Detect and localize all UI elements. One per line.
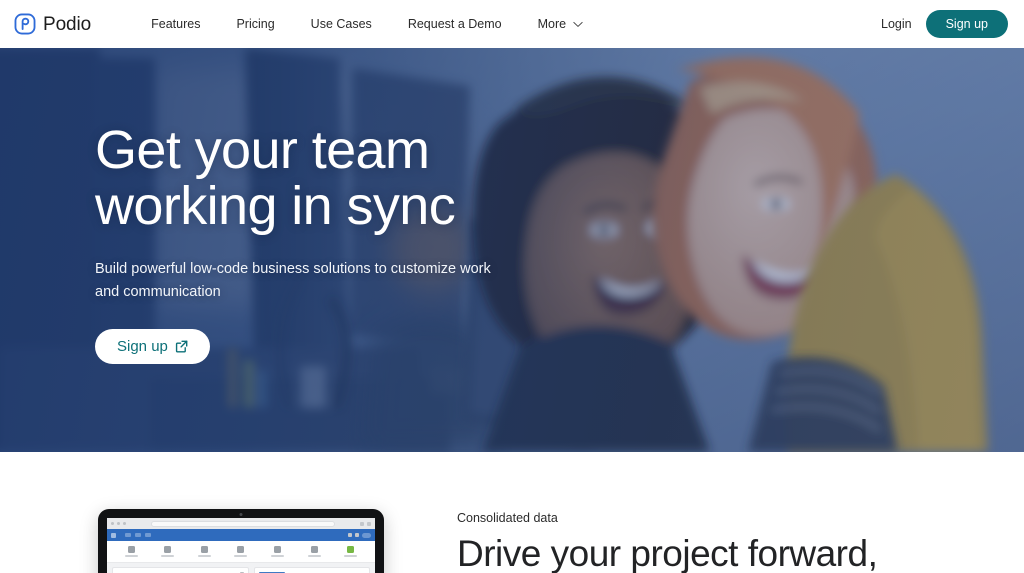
toolbar-item-add-app: [344, 546, 358, 557]
toolbar-item-label: [271, 555, 285, 557]
toolbar-item-materials: [234, 546, 248, 557]
nav-more-label: More: [537, 16, 567, 31]
nav-link-use-cases[interactable]: Use Cases: [293, 18, 390, 31]
add-app-icon: [347, 546, 355, 553]
nav-menu-more[interactable]: More: [520, 18, 601, 31]
browser-forward-icon: [117, 522, 120, 525]
nav-actions: Login Sign up: [881, 9, 1008, 39]
report-pane: [253, 567, 370, 573]
browser-settings-icon: [367, 521, 371, 526]
app-nav-tab: [135, 533, 142, 537]
browser-address-bar: [151, 520, 335, 527]
device-camera-icon: [239, 513, 243, 516]
app-top-bar: [107, 529, 375, 541]
feature-section: Consolidated data Drive your project for…: [0, 452, 1024, 573]
companies-icon: [164, 546, 172, 553]
browser-chrome: [107, 518, 375, 529]
feature-headline: Drive your project forward,: [457, 532, 878, 573]
app-logo-icon: [125, 533, 132, 537]
toolbar-item-label: [124, 555, 138, 557]
nav-link-request-a-demo[interactable]: Request a Demo: [390, 18, 520, 31]
toolbar-item-label: [234, 555, 248, 557]
external-link-icon: [175, 340, 188, 353]
reports-icon: [310, 546, 318, 553]
top-navigation-bar: Podio Features Pricing Use Cases Request…: [0, 0, 1024, 48]
hero-section: Get your team working in sync Build powe…: [0, 48, 1024, 452]
app-nav-tab: [145, 533, 152, 537]
feature-copy: Consolidated data Drive your project for…: [457, 512, 977, 573]
toolbar-item-reports: [307, 546, 321, 557]
browser-bookmark-icon: [360, 521, 364, 526]
app-profile-chip: [362, 532, 371, 538]
materials-icon: [237, 546, 245, 553]
device-screen: [107, 518, 375, 573]
chevron-down-icon: [573, 21, 583, 28]
primary-nav-links: Features Pricing Use Cases Request a Dem…: [133, 18, 601, 31]
toolbar-item-label: [161, 555, 175, 557]
app-bar-actions: [348, 532, 371, 538]
toolbar-item-label: [344, 555, 358, 557]
hero-signup-button[interactable]: Sign up: [95, 329, 210, 365]
hero-signup-label: Sign up: [117, 338, 168, 356]
podio-logo-icon: [14, 13, 36, 35]
toolbar-item-activity: [124, 546, 138, 557]
hero-content: Get your team working in sync Build powe…: [95, 120, 615, 365]
app-grid-icon: [111, 532, 116, 538]
toolbar-item-label: [197, 555, 211, 557]
feature-eyebrow: Consolidated data: [457, 511, 558, 525]
toolbar-item-meetings: [271, 546, 285, 557]
browser-reload-icon: [123, 522, 126, 525]
workspace-pane: [112, 567, 249, 573]
hero-heading: Get your team working in sync: [95, 120, 456, 237]
nav-link-features[interactable]: Features: [133, 18, 218, 31]
login-link[interactable]: Login: [881, 17, 912, 31]
hero-subheading: Build powerful low-code business solutio…: [95, 261, 491, 300]
deals-icon: [200, 546, 208, 553]
app-user-icon: [355, 533, 359, 537]
activity-icon: [127, 546, 135, 553]
toolbar-item-label: [307, 555, 321, 557]
app-content-panes: [107, 563, 375, 573]
app-toolbar: [107, 541, 375, 563]
page-root: Podio Features Pricing Use Cases Request…: [0, 0, 1024, 573]
meetings-icon: [274, 546, 282, 553]
brand-logo[interactable]: Podio: [14, 13, 91, 35]
app-workspace-label: [120, 533, 121, 538]
toolbar-item-deals: [197, 546, 211, 557]
browser-back-icon: [111, 522, 114, 525]
device-mockup: [98, 509, 384, 573]
brand-name: Podio: [43, 13, 92, 35]
signup-button[interactable]: Sign up: [925, 9, 1008, 39]
toolbar-item-companies: [161, 546, 175, 557]
nav-link-pricing[interactable]: Pricing: [218, 18, 292, 31]
app-search-icon: [348, 533, 352, 537]
